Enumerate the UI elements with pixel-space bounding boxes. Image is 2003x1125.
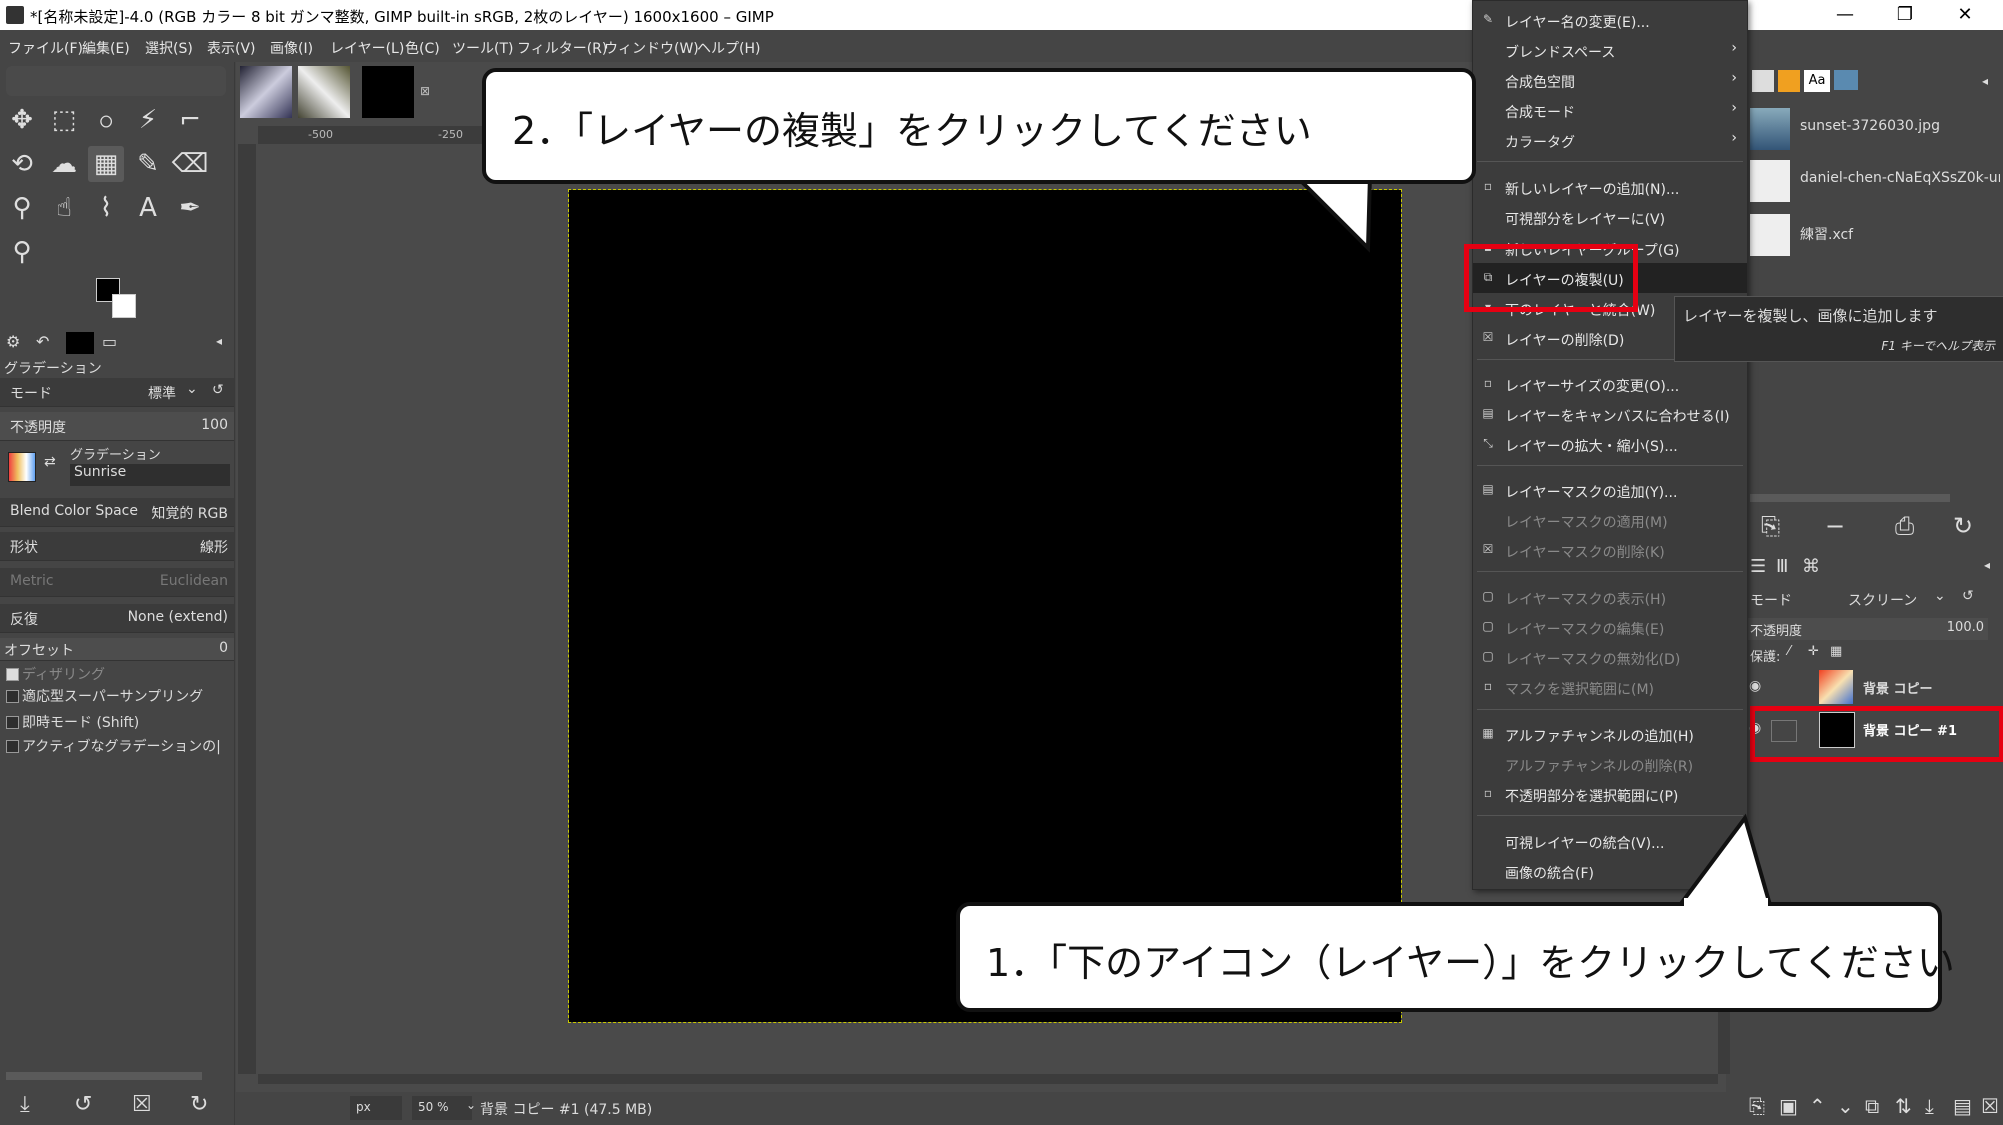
callout-1-pointer <box>1676 813 1773 907</box>
callout-step-1-text: 1．「下のアイコン（レイヤー）」をクリックしてください <box>986 941 1955 985</box>
callout-2-joint <box>1292 170 1364 180</box>
callout-1-joint <box>1684 898 1768 908</box>
callout-step-1: 1．「下のアイコン（レイヤー）」をクリックしてください <box>956 902 1955 1012</box>
callout-step-2-text: 2．「レイヤーの複製」をクリックしてください <box>512 109 1312 153</box>
callout-2-pointer <box>1290 173 1373 253</box>
callout-step-2: 2．「レイヤーの複製」をクリックしてください <box>482 68 1476 184</box>
